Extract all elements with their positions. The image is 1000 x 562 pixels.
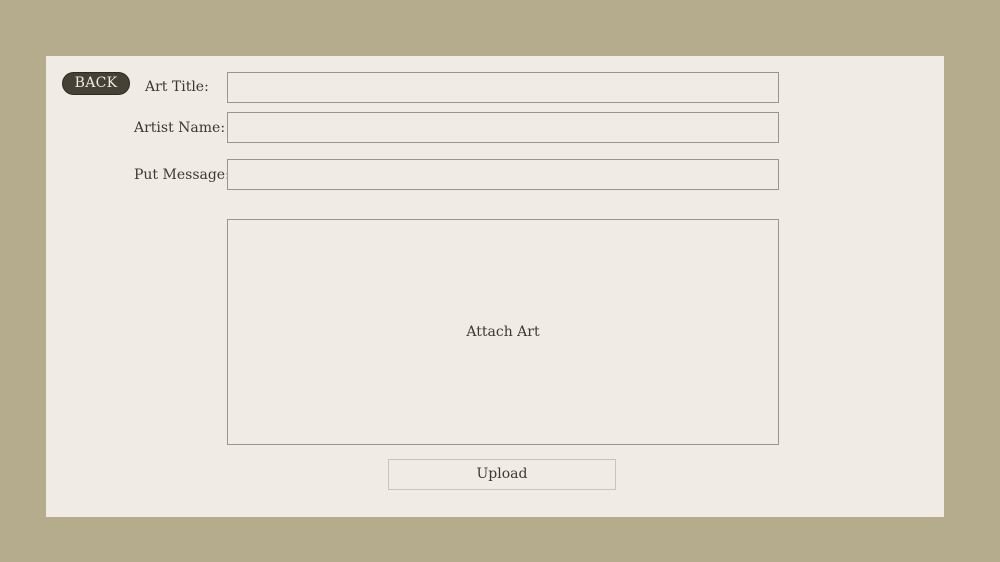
message-input[interactable]	[227, 159, 779, 190]
art-title-input[interactable]	[227, 72, 779, 103]
upload-art-panel: BACK Art Title: Artist Name: Put Message…	[46, 56, 944, 517]
artist-name-input[interactable]	[227, 112, 779, 143]
art-title-label: Art Title:	[145, 79, 209, 95]
attach-art-dropzone[interactable]: Attach Art	[227, 219, 779, 445]
back-button[interactable]: BACK	[62, 72, 130, 95]
upload-button[interactable]: Upload	[388, 459, 616, 490]
artist-name-label: Artist Name:	[134, 120, 226, 136]
message-label: Put Message:	[134, 167, 230, 183]
attach-art-label: Attach Art	[466, 324, 540, 340]
